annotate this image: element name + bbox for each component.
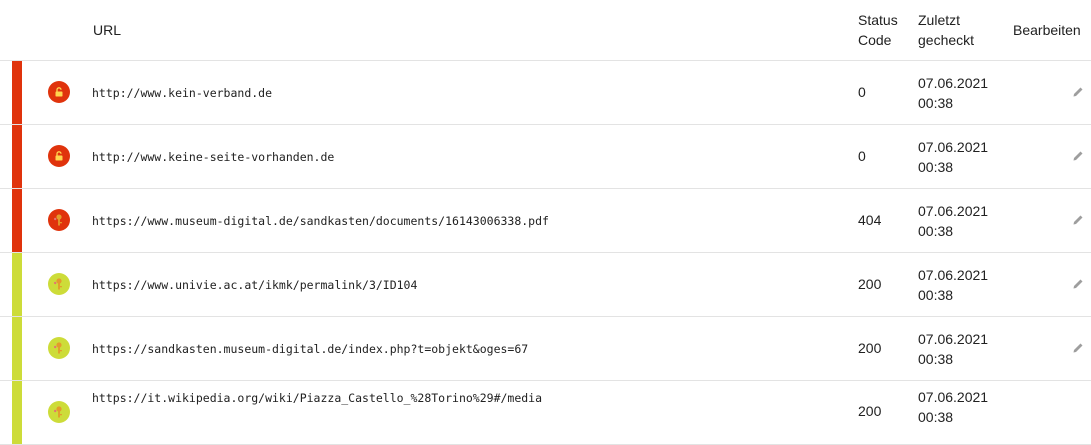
edit-pencil-icon[interactable] (1072, 341, 1086, 355)
status-code-cell: 200 (858, 340, 882, 356)
checked-time: 00:38 (918, 95, 954, 111)
key-icon (48, 401, 70, 423)
edit-pencil-icon[interactable] (1072, 277, 1086, 291)
url-cell[interactable]: https://it.wikipedia.org/wiki/Piazza_Cas… (92, 391, 542, 405)
table-row[interactable]: https://www.univie.ac.at/ikmk/permalink/… (0, 253, 1091, 317)
checked-time: 00:38 (918, 409, 954, 425)
status-indicator-bar (12, 125, 22, 188)
last-checked-cell: 07.06.2021 00:38 (918, 137, 988, 177)
checked-time: 00:38 (918, 351, 954, 367)
url-column-header[interactable]: URL (93, 20, 121, 40)
last-checked-cell: 07.06.2021 00:38 (918, 265, 988, 305)
table-row[interactable]: http://www.kein-verband.de 0 07.06.2021 00:… (0, 61, 1091, 125)
last-checked-cell: 07.06.2021 00:38 (918, 73, 988, 113)
table-row[interactable]: https://it.wikipedia.org/wiki/Piazza_Cas… (0, 381, 1091, 445)
checked-date: 07.06.2021 (918, 203, 989, 219)
url-cell[interactable]: https://www.museum-digital.de/sandkasten… (92, 214, 549, 228)
checked-time: 00:38 (918, 287, 954, 303)
url-cell[interactable]: https://www.univie.ac.at/ikmk/permalink/… (92, 278, 417, 292)
lock-icon (48, 81, 70, 103)
status-code-cell: 200 (858, 276, 882, 292)
checked-date: 07.06.2021 (918, 267, 989, 283)
url-cell[interactable]: http://www.keine-seite-vorhanden.de (92, 150, 334, 164)
key-icon (48, 209, 70, 231)
url-cell[interactable]: http://www.kein-verband.de (92, 86, 272, 100)
key-icon (48, 337, 70, 359)
table-header: URL Status Code Zuletzt gecheckt Bearbei… (0, 0, 1091, 61)
status-indicator-bar (12, 61, 22, 124)
status-indicator-bar (12, 253, 22, 316)
checked-date: 07.06.2021 (918, 331, 989, 347)
last-checked-column-header[interactable]: Zuletzt gecheckt (918, 10, 998, 50)
edit-column-header: Bearbeiten (1013, 22, 1081, 38)
status-code-cell: 200 (858, 403, 882, 419)
key-icon (48, 273, 70, 295)
checked-date: 07.06.2021 (918, 389, 989, 405)
status-indicator-bar (12, 189, 22, 252)
status-indicator-bar (12, 381, 22, 444)
checked-date: 07.06.2021 (918, 75, 989, 91)
checked-date: 07.06.2021 (918, 139, 989, 155)
url-cell[interactable]: https://sandkasten.museum-digital.de/ind… (92, 342, 528, 356)
status-code-cell: 0 (858, 84, 866, 100)
last-checked-cell: 07.06.2021 00:38 (918, 387, 988, 427)
table-row[interactable]: https://www.museum-digital.de/sandkasten… (0, 189, 1091, 253)
status-code-cell: 404 (858, 212, 882, 228)
table-row[interactable]: https://sandkasten.museum-digital.de/ind… (0, 317, 1091, 381)
status-code-column-header[interactable]: Status Code (858, 10, 908, 50)
checked-time: 00:38 (918, 159, 954, 175)
table-row[interactable]: http://www.keine-seite-vorhanden.de 0 07.0… (0, 125, 1091, 189)
edit-pencil-icon[interactable] (1072, 149, 1086, 163)
edit-pencil-icon[interactable] (1072, 85, 1086, 99)
lock-icon (48, 145, 70, 167)
status-code-cell: 0 (858, 148, 866, 164)
last-checked-cell: 07.06.2021 00:38 (918, 329, 988, 369)
last-checked-cell: 07.06.2021 00:38 (918, 201, 988, 241)
checked-time: 00:38 (918, 223, 954, 239)
status-indicator-bar (12, 317, 22, 380)
edit-pencil-icon[interactable] (1072, 213, 1086, 227)
